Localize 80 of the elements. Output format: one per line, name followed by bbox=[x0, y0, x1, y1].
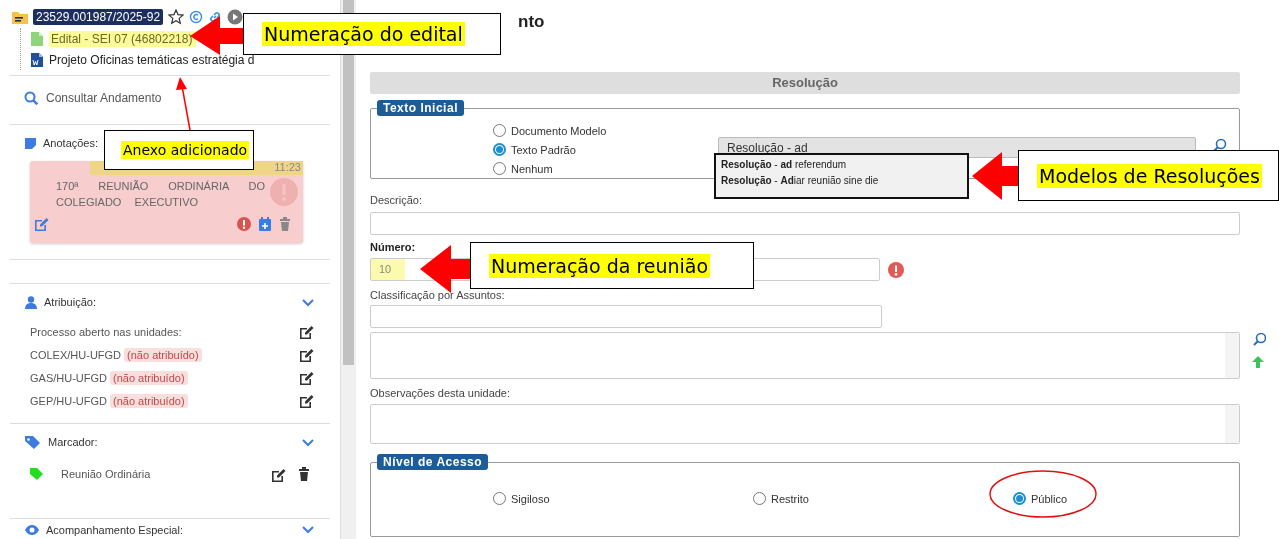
folder-icon bbox=[12, 9, 28, 24]
callout-tooltip: Anexo adicionado bbox=[104, 130, 254, 170]
eye-icon bbox=[25, 523, 39, 536]
document-link[interactable]: Edital - SEI 07 (46802218) bbox=[49, 30, 197, 47]
chevron-down-icon[interactable] bbox=[302, 297, 314, 307]
unit-list-label: Processo aberto nas unidades: bbox=[30, 325, 182, 338]
unit-name: GEP/HU-UFGD bbox=[30, 394, 107, 407]
search-icon[interactable] bbox=[1213, 138, 1227, 152]
status-tag: (não atribuído) bbox=[110, 393, 188, 408]
document-link[interactable]: Projeto Oficinas temáticas estratégia d bbox=[49, 52, 255, 67]
process-number[interactable]: 23529.001987/2025-92 bbox=[33, 8, 164, 25]
link-icon[interactable] bbox=[208, 9, 223, 24]
consult-link[interactable]: Consultar Andamento bbox=[46, 90, 162, 105]
tag-icon bbox=[25, 434, 41, 450]
radio-button[interactable] bbox=[753, 492, 766, 505]
section-title: Atribuição: bbox=[44, 296, 96, 308]
fieldset-legend: Texto Inicial bbox=[377, 100, 464, 116]
radio-button[interactable] bbox=[493, 162, 506, 175]
field-label: Descrição: bbox=[370, 193, 423, 208]
radio-label: Texto Padrão bbox=[511, 143, 576, 156]
arrow bbox=[972, 152, 1019, 200]
star-icon[interactable] bbox=[168, 8, 185, 25]
note-text: 170ª REUNIÃO ORDINÁRIA DO COLEGIADO EXECUTIVO bbox=[56, 179, 265, 210]
subjects-field[interactable] bbox=[370, 305, 882, 328]
radio-label: Restrito bbox=[771, 492, 809, 505]
edit-icon[interactable] bbox=[299, 393, 314, 408]
radio-label: Documento Modelo bbox=[511, 124, 607, 137]
radio-label: Público bbox=[1031, 492, 1068, 505]
play-icon[interactable] bbox=[227, 8, 244, 25]
radio-button[interactable] bbox=[1013, 492, 1026, 505]
section-title: Anotações: bbox=[43, 137, 99, 149]
edit-icon[interactable] bbox=[299, 347, 314, 362]
chevron-down-icon[interactable] bbox=[302, 437, 314, 447]
alert-icon bbox=[270, 178, 298, 206]
word-document-icon bbox=[31, 52, 43, 67]
status-tag: (não atribuído) bbox=[110, 370, 188, 385]
suggestion-item[interactable]: Resolução - ad referendum bbox=[721, 159, 962, 175]
radio-button[interactable] bbox=[493, 124, 506, 137]
up-arrow-icon[interactable] bbox=[1252, 356, 1264, 368]
fieldset-legend: Nível de Acesso bbox=[377, 454, 489, 470]
person-icon bbox=[25, 295, 37, 309]
description-field[interactable] bbox=[370, 212, 1240, 235]
field-label: Número: bbox=[370, 240, 417, 255]
suggestion-item[interactable]: Resolução - Adiar reunião sine die bbox=[721, 175, 962, 191]
alert-icon bbox=[888, 261, 904, 278]
radio-label: Nenhum bbox=[511, 162, 553, 175]
radio-button[interactable] bbox=[493, 143, 506, 156]
field-label: Observações desta unidade: bbox=[370, 386, 512, 401]
edit-icon[interactable] bbox=[299, 324, 314, 339]
document-icon bbox=[31, 31, 43, 46]
scrollbar[interactable] bbox=[1225, 405, 1239, 443]
status-tag: (não atribuído) bbox=[124, 347, 202, 362]
page-title: nto bbox=[518, 12, 545, 32]
edit-icon[interactable] bbox=[271, 466, 286, 482]
unit-name: GAS/HU-UFGD bbox=[30, 371, 107, 384]
copyright-icon[interactable] bbox=[189, 9, 204, 24]
arrow bbox=[176, 77, 191, 131]
arrow bbox=[190, 16, 244, 55]
chevron-down-icon[interactable] bbox=[302, 525, 314, 534]
section-title: Marcador: bbox=[48, 436, 98, 448]
trash-icon[interactable] bbox=[298, 467, 310, 481]
note-icon bbox=[25, 137, 36, 149]
unit-name: COLEX/HU-UFGD bbox=[30, 348, 122, 361]
marker-label: Reunião Ordinária bbox=[61, 468, 151, 480]
note-time: 11:23 bbox=[274, 161, 301, 175]
callout-tooltip: Modelos de Resoluções bbox=[1018, 150, 1279, 201]
radio-label: Sigiloso bbox=[511, 492, 550, 505]
radio-button[interactable] bbox=[493, 492, 506, 505]
alert-icon[interactable] bbox=[237, 216, 251, 231]
edit-icon[interactable] bbox=[299, 370, 314, 385]
scrollbar[interactable] bbox=[1225, 333, 1239, 378]
callout-tooltip: Numeração do edital bbox=[243, 13, 501, 55]
field-label: Classificação por Assuntos: bbox=[370, 288, 506, 303]
section-title: Acompanhamento Especial: bbox=[46, 523, 183, 536]
section-header: Resolução bbox=[370, 72, 1240, 94]
callout-tooltip: Numeração da reunião bbox=[470, 242, 754, 289]
calendar-add-icon[interactable] bbox=[259, 216, 271, 231]
notes-field[interactable] bbox=[370, 404, 1240, 444]
arrow bbox=[420, 245, 471, 293]
search-icon bbox=[24, 90, 38, 105]
